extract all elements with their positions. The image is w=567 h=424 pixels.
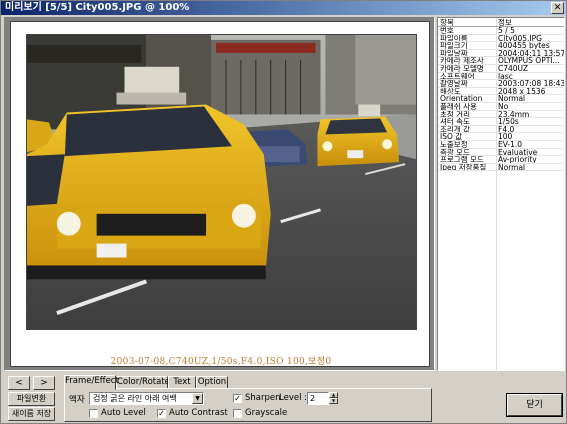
info-key: 측광 모드 bbox=[440, 148, 470, 157]
level-spinner[interactable]: ▲ ▼ bbox=[329, 392, 338, 405]
info-row: 소프트웨어 Jasc bbox=[438, 73, 564, 81]
info-value: 400455 bytes bbox=[498, 42, 550, 50]
info-value: EV-1.0 bbox=[498, 140, 523, 149]
auto-level-label: Auto Level bbox=[101, 408, 146, 418]
info-value: Normal bbox=[498, 163, 526, 172]
rename-button[interactable]: 파일변환 bbox=[8, 392, 55, 406]
info-key: 촬영날짜 bbox=[440, 80, 468, 88]
info-row: Orientation Normal bbox=[438, 95, 564, 103]
info-value: 23.4mm bbox=[498, 110, 530, 119]
info-value: 1/50s bbox=[498, 118, 519, 126]
info-value: 2003:07:08 18:43:50 bbox=[498, 80, 564, 88]
info-key: 카메라 모델명 bbox=[440, 64, 484, 73]
photo-caption: 2003-07-08,C740UZ,1/50s,F4.0,ISO 100,보정0 bbox=[110, 357, 332, 367]
info-header-key: 항목 bbox=[440, 18, 454, 27]
frame-label: 액자 bbox=[69, 395, 85, 405]
auto-level-checkbox[interactable] bbox=[89, 409, 98, 418]
check-icon: ✓ bbox=[234, 394, 241, 403]
info-key: 플래쉬 사용 bbox=[440, 102, 477, 111]
info-value: 2004:04:11 13:57:52 bbox=[498, 49, 564, 58]
sharpen-checkbox[interactable]: ✓ bbox=[233, 394, 242, 403]
info-row: Jpeg 저장품질 Normal bbox=[438, 164, 564, 172]
info-key: Orientation bbox=[440, 95, 483, 103]
info-row: 프로그램 모드 Av-priority bbox=[438, 156, 564, 164]
info-key: 파일크기 bbox=[440, 42, 468, 50]
info-key: ISO 값 bbox=[440, 133, 463, 141]
info-key: 카메라 제조사 bbox=[440, 57, 484, 65]
info-row: 파일날짜 2004:04:11 13:57:52 bbox=[438, 50, 564, 58]
auto-contrast-checkbox[interactable]: ✓ bbox=[157, 409, 166, 418]
info-key: 프로그램 모드 bbox=[440, 156, 484, 164]
tab-frame-effect[interactable]: Frame/Effect bbox=[64, 375, 119, 390]
info-row: ISO 값 100 bbox=[438, 133, 564, 141]
auto-contrast-label: Auto Contrast bbox=[169, 408, 228, 418]
info-key: 노출보정 bbox=[440, 140, 468, 149]
info-key: 셔터 속도 bbox=[440, 118, 470, 126]
info-row: 파일크기 400455 bytes bbox=[438, 42, 564, 50]
info-value: Normal bbox=[498, 95, 526, 103]
sharpen-level-input[interactable]: 2 bbox=[307, 392, 329, 405]
info-value: F4.0 bbox=[498, 125, 515, 134]
info-key: 조리개 값 bbox=[440, 125, 470, 134]
info-value: City005.JPG bbox=[498, 34, 542, 43]
level-label: Level : bbox=[279, 393, 308, 403]
grayscale-label: Grayscale bbox=[245, 408, 288, 418]
info-row: 조리개 값 F4.0 bbox=[438, 126, 564, 134]
preview-page: 2003-07-08,C740UZ,1/50s,F4.0,ISO 100,보정0 bbox=[10, 21, 430, 367]
info-row: 플래쉬 사용 No bbox=[438, 103, 564, 111]
preview-window: 미리보기 [5/5] City005.JPG @ 100% ✕ 2003-07-… bbox=[0, 0, 567, 424]
frame-effect-panel: 액자 검정 굵은 라인 아래 여백 ▼ ✓ Sharpen Level : 2 … bbox=[64, 388, 432, 422]
check-icon: ✓ bbox=[158, 409, 165, 418]
city-taxi-photo bbox=[27, 35, 416, 329]
info-row: 번호 5 / 5 bbox=[438, 27, 564, 35]
info-header-row: 항목 정보 bbox=[438, 18, 564, 27]
close-button[interactable]: 닫기 bbox=[506, 393, 563, 417]
frame-style-select[interactable]: 검정 굵은 라인 아래 여백 ▼ bbox=[89, 392, 204, 405]
info-row: 초점 거리 23.4mm bbox=[438, 111, 564, 119]
info-value: C740UZ bbox=[498, 64, 529, 73]
save-as-button[interactable]: 새이름 저장 bbox=[8, 407, 55, 421]
info-value: 100 bbox=[498, 133, 513, 141]
info-row: 촬영날짜 2003:07:08 18:43:50 bbox=[438, 80, 564, 88]
info-value: Evaluative bbox=[498, 148, 538, 157]
info-value: 5 / 5 bbox=[498, 27, 515, 35]
info-value: No bbox=[498, 102, 509, 111]
next-image-button[interactable]: > bbox=[33, 376, 55, 390]
info-value: OLYMPUS OPTI... bbox=[498, 57, 560, 65]
info-key: 소프트웨어 bbox=[440, 72, 475, 81]
frame-style-value: 검정 굵은 라인 아래 여백 bbox=[93, 394, 177, 403]
prev-image-button[interactable]: < bbox=[8, 376, 30, 390]
spin-down-icon[interactable]: ▼ bbox=[329, 398, 338, 404]
info-value: Av-priority bbox=[498, 156, 537, 164]
exif-info-panel: 항목 정보 번호 5 / 5 파일이름 City005.JPG 파일크기 400455 b… bbox=[437, 17, 565, 371]
title-bar: 미리보기 [5/5] City005.JPG @ 100% ✕ bbox=[1, 1, 566, 15]
info-row: 해상도 2048 x 1536 bbox=[438, 88, 564, 96]
preview-area: 2003-07-08,C740UZ,1/50s,F4.0,ISO 100,보정0 bbox=[4, 17, 435, 371]
info-row: 파일이름 City005.JPG bbox=[438, 35, 564, 43]
info-row: 카메라 제조사 OLYMPUS OPTI... bbox=[438, 57, 564, 65]
info-row: 측광 모드 Evaluative bbox=[438, 149, 564, 157]
window-close-button[interactable]: ✕ bbox=[551, 2, 564, 14]
info-key: 파일이름 bbox=[440, 34, 468, 43]
info-key: 번호 bbox=[440, 27, 454, 35]
info-value: Jasc bbox=[498, 72, 513, 81]
photo-frame bbox=[26, 34, 417, 330]
info-value: 2048 x 1536 bbox=[498, 87, 546, 96]
info-row: 노출보정 EV-1.0 bbox=[438, 141, 564, 149]
info-key: 파일날짜 bbox=[440, 49, 468, 58]
sharpen-label: Sharpen bbox=[245, 393, 281, 403]
info-row: 셔터 속도 1/50s bbox=[438, 118, 564, 126]
window-title: 미리보기 [5/5] City005.JPG @ 100% bbox=[5, 2, 190, 13]
info-key: 초점 거리 bbox=[440, 110, 470, 119]
info-key: Jpeg 저장품질 bbox=[440, 163, 487, 172]
grayscale-checkbox[interactable] bbox=[233, 409, 242, 418]
info-header-value: 정보 bbox=[498, 18, 512, 27]
chevron-down-icon[interactable]: ▼ bbox=[192, 393, 203, 404]
info-row: 카메라 모델명 C740UZ bbox=[438, 65, 564, 73]
info-rows: 번호 5 / 5 파일이름 City005.JPG 파일크기 400455 bytes 파일… bbox=[438, 27, 564, 172]
bottom-controls: < > 파일변환 새이름 저장 Frame/Effect Color/Rotat… bbox=[1, 373, 566, 423]
info-key: 해상도 bbox=[440, 87, 461, 96]
